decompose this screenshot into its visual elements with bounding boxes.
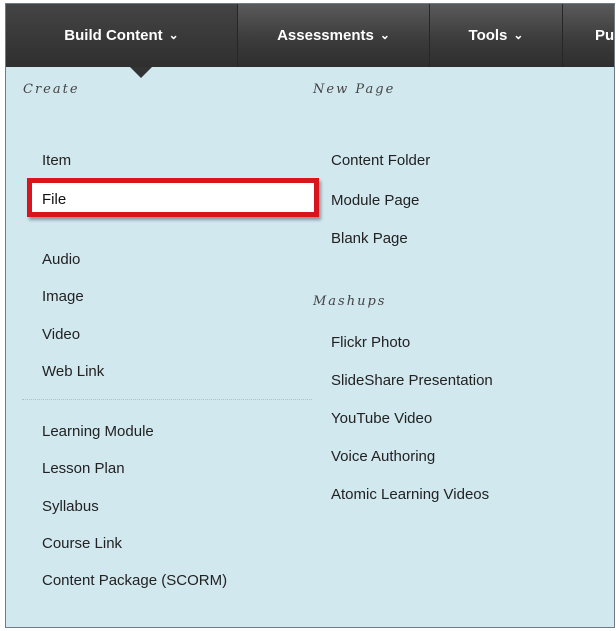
active-tab-pointer xyxy=(130,67,152,78)
create-heading: Create xyxy=(23,82,80,97)
file-highlight-box[interactable]: File xyxy=(27,178,319,217)
menu-item-file[interactable]: File xyxy=(42,191,66,208)
tab-assessments[interactable]: Assessments ⌄ xyxy=(238,4,430,67)
menu-item-content-folder[interactable]: Content Folder xyxy=(331,152,430,169)
tab-tools[interactable]: Tools ⌄ xyxy=(430,4,563,67)
menu-item-learning-module[interactable]: Learning Module xyxy=(42,423,154,440)
menu-item-voice-authoring[interactable]: Voice Authoring xyxy=(331,448,435,465)
menu-item-slideshare[interactable]: SlideShare Presentation xyxy=(331,372,493,389)
mashups-heading: Mashups xyxy=(313,294,387,309)
menu-item-youtube-video[interactable]: YouTube Video xyxy=(331,410,432,427)
chevron-down-icon: ⌄ xyxy=(168,28,179,42)
menu-item-image[interactable]: Image xyxy=(42,288,84,305)
content-menu-window: Build Content ⌄ Assessments ⌄ Tools ⌄ Pu Cr… xyxy=(5,3,615,628)
course-nav-bar: Build Content ⌄ Assessments ⌄ Tools ⌄ Pu xyxy=(6,4,614,67)
tab-label: Pu xyxy=(595,27,615,44)
menu-item-video[interactable]: Video xyxy=(42,326,80,343)
menu-item-module-page[interactable]: Module Page xyxy=(331,192,419,209)
tab-label: Build Content xyxy=(64,27,163,44)
menu-item-syllabus[interactable]: Syllabus xyxy=(42,498,99,515)
chevron-down-icon: ⌄ xyxy=(379,28,390,42)
new-page-heading: New Page xyxy=(313,82,396,97)
menu-item-item[interactable]: Item xyxy=(42,152,71,169)
menu-item-atomic-learning[interactable]: Atomic Learning Videos xyxy=(331,486,489,503)
tab-build-content[interactable]: Build Content ⌄ xyxy=(6,4,238,67)
menu-divider xyxy=(22,399,312,400)
chevron-down-icon: ⌄ xyxy=(513,28,524,42)
tab-partial[interactable]: Pu xyxy=(563,4,615,67)
tab-label: Tools xyxy=(468,27,508,44)
menu-item-lesson-plan[interactable]: Lesson Plan xyxy=(42,460,125,477)
menu-item-blank-page[interactable]: Blank Page xyxy=(331,230,408,247)
menu-item-audio[interactable]: Audio xyxy=(42,251,80,268)
menu-item-content-package[interactable]: Content Package (SCORM) xyxy=(42,572,227,589)
tab-label: Assessments xyxy=(277,27,374,44)
menu-item-web-link[interactable]: Web Link xyxy=(42,363,104,380)
menu-item-flickr-photo[interactable]: Flickr Photo xyxy=(331,334,410,351)
menu-item-course-link[interactable]: Course Link xyxy=(42,535,122,552)
